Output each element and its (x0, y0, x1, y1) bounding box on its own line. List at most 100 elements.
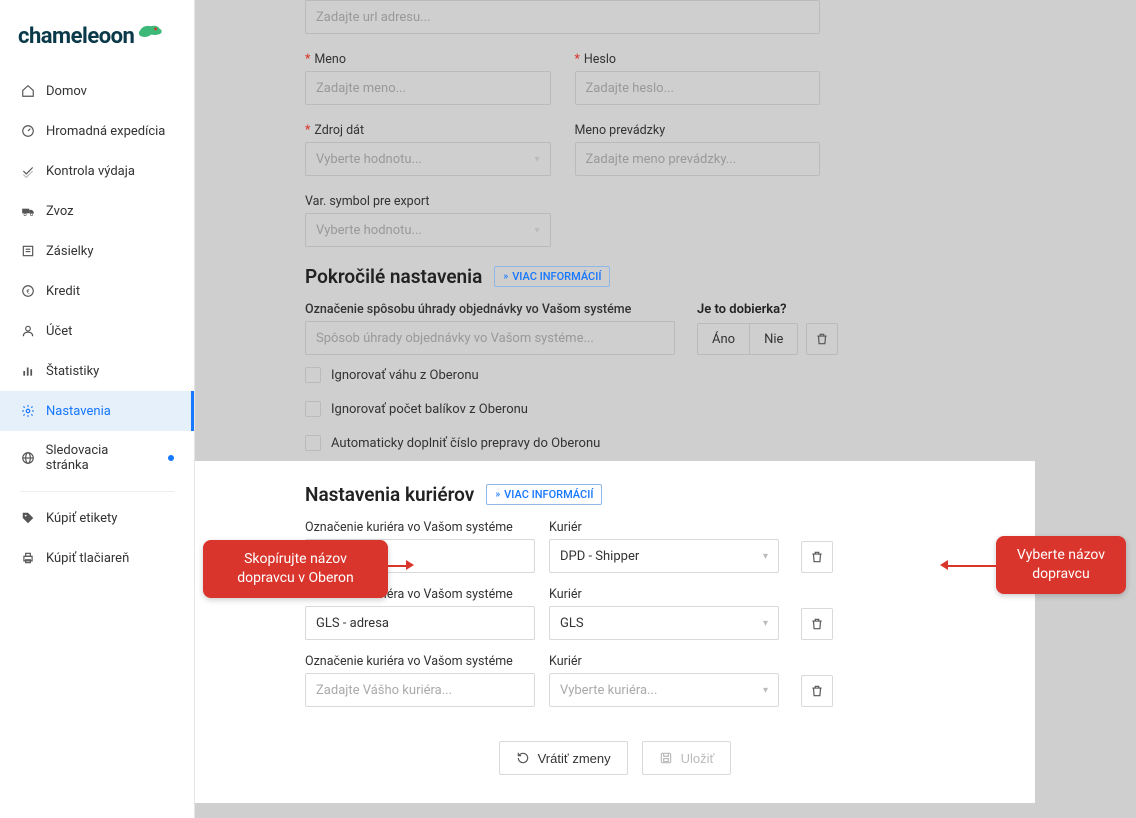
couriers-title: Nastavenia kuriérov » VIAC INFORMÁCIÍ (305, 483, 925, 506)
arrow-head-icon (406, 560, 414, 570)
sidebar-item-expedicia[interactable]: Hromadná expedícia (0, 111, 194, 151)
sidebar-item-statistiky[interactable]: Štatistiky (0, 351, 194, 391)
nav-separator (20, 491, 174, 492)
courier-delete-button[interactable] (801, 608, 833, 640)
meno-input[interactable]: Zadajte meno... (305, 71, 551, 105)
courier-select-label: Kuriér (549, 520, 779, 535)
cod-input[interactable]: Spôsob úhrady objednávky vo Vašom systém… (305, 321, 675, 355)
chk-autofill[interactable]: Automaticky doplniť číslo prepravy do Ob… (305, 435, 820, 451)
nav-label: Účet (46, 324, 72, 339)
trash-icon (810, 617, 824, 631)
trash-icon (810, 550, 824, 564)
placeholder-text: Vyberte hodnotu... (316, 152, 422, 167)
sidebar-item-tlaciaren[interactable]: Kúpiť tlačiareň (0, 538, 194, 578)
primary-nav: Domov Hromadná expedícia Kontrola výdaja… (0, 71, 194, 578)
prevadzka-label: Meno prevádzky (575, 123, 821, 138)
courier-select-label: Kuriér (549, 587, 779, 602)
chevron-down-icon: ▾ (763, 618, 768, 629)
sidebar-item-kredit[interactable]: € Kredit (0, 271, 194, 311)
nav-label: Kredit (46, 284, 80, 299)
sidebar-item-kontrola[interactable]: Kontrola výdaja (0, 151, 194, 191)
logo: chameleoon (0, 0, 194, 71)
sidebar-item-nastavenia[interactable]: Nastavenia (0, 391, 194, 431)
placeholder-text: Vyberte hodnotu... (316, 223, 422, 238)
courier-own-label: Označenie kuriéra vo Vašom systéme (305, 654, 535, 669)
sidebar-item-sledovacia[interactable]: Sledovacia stránka (0, 431, 194, 485)
chk-weight[interactable]: Ignorovať váhu z Oberonu (305, 367, 820, 383)
placeholder-text: Zadajte heslo... (586, 81, 674, 96)
courier-select[interactable]: DPD - Shipper ▾ (549, 539, 779, 573)
courier-select[interactable]: Vyberte kuriéra... ▾ (549, 673, 779, 707)
chevron-down-icon: ▾ (763, 685, 768, 696)
courier-row: Označenie kuriéra vo Vašom systéme GLS -… (305, 587, 925, 640)
arrow-line (388, 565, 406, 567)
nav-label: Kontrola výdaja (46, 164, 135, 179)
heslo-label: *Heslo (575, 52, 821, 67)
courier-own-input[interactable]: GLS - adresa (305, 606, 535, 640)
courier-delete-button[interactable] (801, 541, 833, 573)
nav-label: Domov (46, 84, 87, 99)
courier-select[interactable]: GLS ▾ (549, 606, 779, 640)
courier-delete-button[interactable] (801, 675, 833, 707)
chart-icon (20, 363, 36, 379)
zdroj-select[interactable]: Vyberte hodnotu... ▾ (305, 142, 551, 176)
checkbox-icon (305, 435, 321, 451)
check-icon (20, 163, 36, 179)
url-input[interactable]: Zadajte url adresu... (305, 0, 820, 34)
courier-row: Označenie kuriéra vo Vašom systéme Zadaj… (305, 654, 925, 707)
heslo-input[interactable]: Zadajte heslo... (575, 71, 821, 105)
courier-own-input[interactable]: Zadajte Vášho kuriéra... (305, 673, 535, 707)
dashboard-icon (20, 123, 36, 139)
chameleon-icon (136, 20, 164, 42)
nav-label: Zásielky (46, 244, 94, 259)
cod-yes-button[interactable]: Áno (697, 323, 750, 355)
nav-label: Sledovacia stránka (46, 443, 153, 473)
tag-icon (20, 510, 36, 526)
nav-label: Hromadná expedícia (46, 124, 165, 139)
chevron-down-icon: ▾ (763, 551, 768, 562)
placeholder-text: Spôsob úhrady objednávky vo Vašom systém… (316, 331, 594, 346)
nav-label: Štatistiky (46, 364, 99, 379)
zdroj-label: *Zdroj dát (305, 123, 551, 138)
sidebar-item-zasielky[interactable]: Zásielky (0, 231, 194, 271)
sidebar: chameleoon Domov Hromadná expedícia (0, 0, 195, 818)
trash-icon (810, 684, 824, 698)
meno-label: *Meno (305, 52, 551, 67)
courier-select-label: Kuriér (549, 654, 779, 669)
user-icon (20, 323, 36, 339)
nav-label: Kúpiť tlačiareň (46, 551, 129, 566)
chevrons-icon: » (503, 271, 508, 282)
chevron-down-icon: ▾ (534, 225, 539, 236)
cod-delete-button[interactable] (806, 323, 838, 355)
notification-dot (168, 455, 174, 461)
save-icon (659, 751, 673, 765)
couriers-card: Nastavenia kuriérov » VIAC INFORMÁCIÍ Oz… (195, 461, 1035, 803)
globe-icon (20, 450, 36, 466)
save-button[interactable]: Uložiť (642, 741, 732, 775)
nav-label: Zvoz (46, 204, 74, 219)
cod-segmented: Áno Nie (697, 323, 798, 355)
revert-button[interactable]: Vrátiť zmeny (499, 741, 628, 775)
brand-text: chameleoon (18, 24, 134, 49)
sidebar-item-etikety[interactable]: Kúpiť etikety (0, 498, 194, 538)
euro-icon: € (20, 283, 36, 299)
chevron-down-icon: ▾ (534, 154, 539, 165)
printer-icon (20, 550, 36, 566)
arrow-head-icon (940, 560, 948, 570)
cod-question: Je to dobierka? (697, 302, 787, 317)
sidebar-item-zvoz[interactable]: Zvoz (0, 191, 194, 231)
chevrons-icon: » (495, 489, 500, 500)
list-icon (20, 243, 36, 259)
sidebar-item-ucet[interactable]: Účet (0, 311, 194, 351)
prevadzka-input[interactable]: Zadajte meno prevádzky... (575, 142, 821, 176)
cod-no-button[interactable]: Nie (750, 323, 798, 355)
chk-packages[interactable]: Ignorovať počet balíkov z Oberonu (305, 401, 820, 417)
sidebar-item-domov[interactable]: Domov (0, 71, 194, 111)
more-info-link[interactable]: » VIAC INFORMÁCIÍ (494, 266, 610, 287)
more-info-link[interactable]: » VIAC INFORMÁCIÍ (486, 484, 602, 505)
truck-icon (20, 203, 36, 219)
checkbox-icon (305, 367, 321, 383)
callout-left: Skopírujte názovdopravcu v Oberon (203, 540, 388, 598)
gear-icon (20, 403, 36, 419)
vs-select[interactable]: Vyberte hodnotu... ▾ (305, 213, 551, 247)
